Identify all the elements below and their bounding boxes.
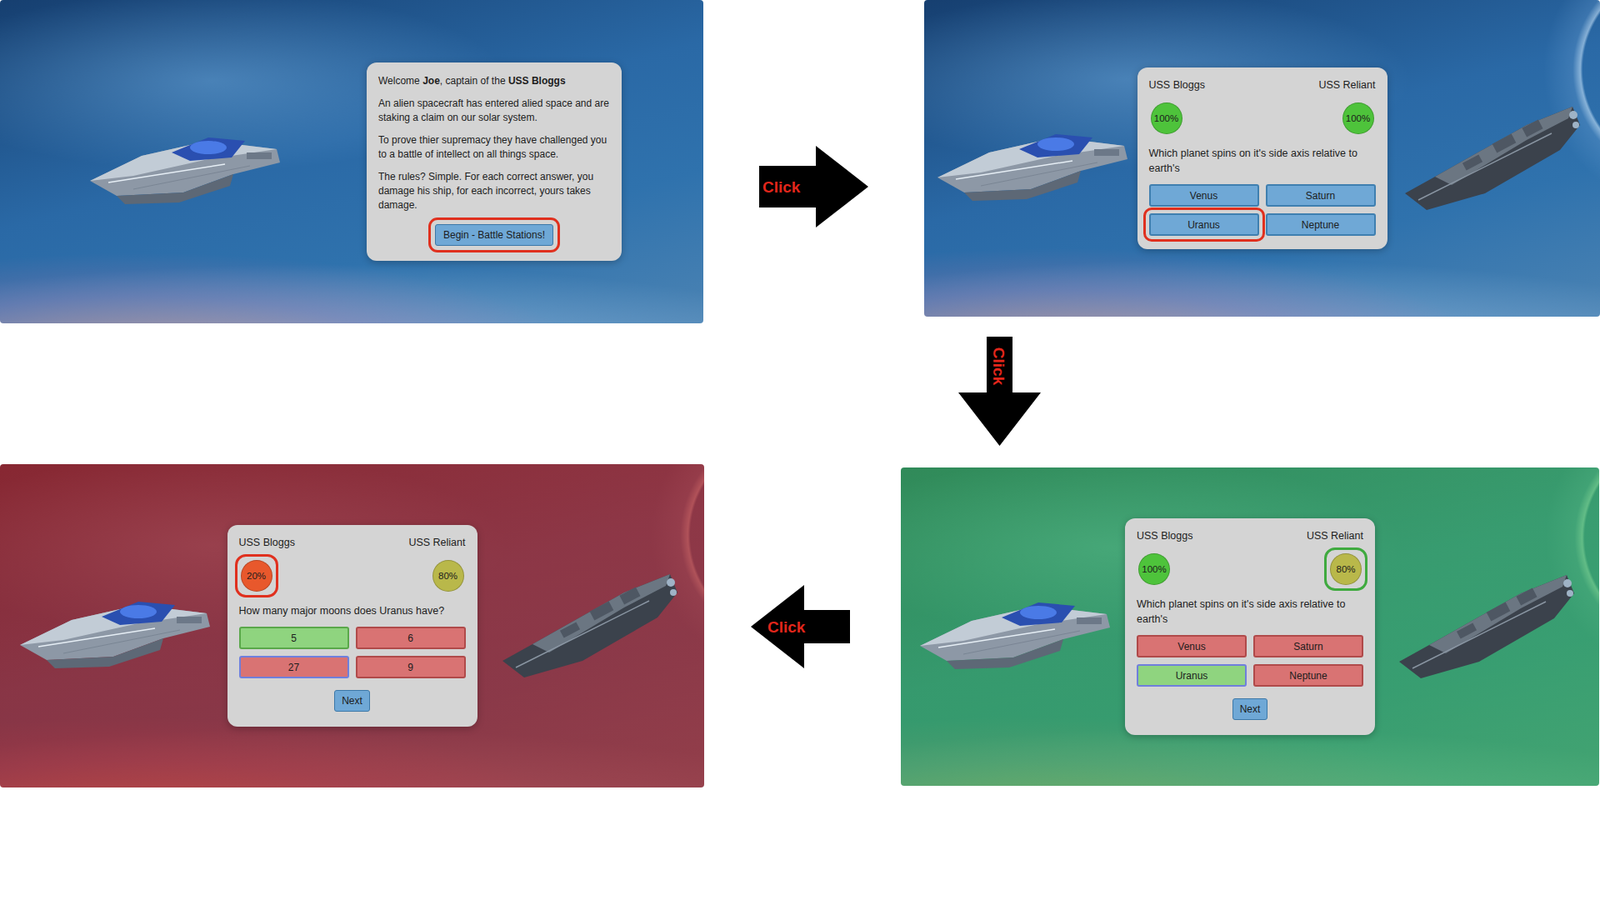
next-button[interactable]: Next bbox=[334, 690, 370, 712]
greeting: Welcome Joe, captain of the USS Bloggs bbox=[378, 74, 610, 89]
question-text: How many major moons does Uranus have? bbox=[239, 603, 466, 619]
health-frame: 100% bbox=[1342, 102, 1375, 135]
player-ship-icon bbox=[83, 115, 284, 208]
question-text: Which planet spins on it's side axis rel… bbox=[1149, 145, 1376, 176]
health-frame: 20% bbox=[240, 560, 273, 592]
health-indicator: 80% bbox=[1330, 553, 1362, 585]
question-text: Which planet spins on it's side axis rel… bbox=[1136, 596, 1364, 627]
answer-button[interactable]: 9 bbox=[355, 655, 466, 679]
ship-name: USS Bloggs bbox=[1136, 530, 1193, 542]
intro-paragraph: The rules? Simple. For each correct answ… bbox=[378, 170, 610, 213]
answer-button[interactable]: Saturn bbox=[1265, 184, 1376, 207]
answer-button[interactable]: Uranus bbox=[1149, 213, 1260, 236]
intro-paragraph: An alien spacecraft has entered alied sp… bbox=[378, 96, 610, 125]
arrow-label: Click bbox=[767, 619, 805, 635]
ship-names: USS Bloggs USS Reliant bbox=[1149, 79, 1376, 91]
begin-button[interactable]: Begin - Battle Stations! bbox=[435, 224, 554, 246]
answer-button[interactable]: 27 bbox=[239, 655, 350, 679]
flow-arrow: Click bbox=[958, 336, 1041, 446]
question-card: USS Bloggs USS Reliant 100% 100% Which plane… bbox=[1137, 67, 1388, 250]
intro-screen: Welcome Joe, captain of the USS Bloggs An… bbox=[0, 0, 704, 324]
question-screen: USS Bloggs USS Reliant 100% 80% Which planet… bbox=[900, 467, 1600, 786]
health-indicator: 100% bbox=[1138, 553, 1170, 585]
health-indicator: 100% bbox=[1150, 102, 1183, 135]
next-button[interactable]: Next bbox=[1232, 698, 1269, 720]
greeting-bold: Joe bbox=[422, 75, 440, 87]
question-screen: USS Bloggs USS Reliant 100% 100% Which plane… bbox=[924, 0, 1600, 317]
answer-button[interactable]: 6 bbox=[355, 626, 466, 650]
arrow-label: Click bbox=[762, 179, 800, 195]
ship-names: USS Bloggs USS Reliant bbox=[1136, 530, 1364, 542]
question-card: USS Bloggs USS Reliant 100% 80% Which planet… bbox=[1125, 518, 1375, 735]
answer-grid: Venus Saturn Uranus Neptune bbox=[1136, 635, 1364, 687]
health-frame: 100% bbox=[1150, 102, 1183, 135]
health-row: 100% 80% bbox=[1136, 550, 1364, 589]
button-row: Begin - Battle Stations! bbox=[378, 220, 610, 248]
greeting-text: Welcome bbox=[378, 75, 423, 87]
question-card: USS Bloggs USS Reliant 20% 80% How many majo… bbox=[227, 525, 478, 727]
answer-button[interactable]: Venus bbox=[1149, 184, 1260, 207]
intro-paragraph: To prove thier supremacy they have chall… bbox=[378, 133, 610, 162]
answer-button[interactable]: Venus bbox=[1136, 635, 1247, 658]
health-indicator: 100% bbox=[1342, 102, 1375, 135]
enemy-ship-slot bbox=[1375, 568, 1600, 685]
intro-card: Welcome Joe, captain of the USS Bloggs An… bbox=[366, 62, 622, 261]
ship-name: USS Reliant bbox=[1318, 79, 1375, 91]
next-row: Next bbox=[1136, 695, 1364, 722]
health-row: 20% 80% bbox=[239, 556, 466, 595]
greeting-text: , captain of the bbox=[440, 75, 509, 87]
enemy-ship-slot bbox=[477, 567, 705, 685]
health-indicator: 20% bbox=[240, 560, 273, 592]
health-frame: 100% bbox=[1138, 553, 1170, 585]
greeting-bold: USS Bloggs bbox=[508, 75, 566, 87]
health-frame: 80% bbox=[432, 560, 465, 592]
enemy-ship-icon bbox=[499, 567, 683, 685]
answer-grid: 56279 bbox=[239, 626, 466, 679]
answer-button[interactable]: Neptune bbox=[1265, 213, 1376, 236]
question-screen: USS Bloggs USS Reliant 20% 80% How many majo… bbox=[0, 464, 705, 788]
player-ship-slot bbox=[0, 115, 367, 208]
flow-arrow: Click bbox=[759, 145, 869, 228]
health-indicator: 80% bbox=[432, 560, 465, 592]
player-ship-icon bbox=[13, 580, 214, 672]
player-ship-icon bbox=[913, 580, 1114, 673]
health-frame: 80% bbox=[1330, 553, 1362, 585]
answer-button[interactable]: 5 bbox=[239, 626, 350, 650]
flow-arrow: Click bbox=[750, 585, 850, 669]
player-ship-slot bbox=[0, 580, 228, 672]
enemy-ship-icon bbox=[1395, 568, 1580, 685]
ship-names: USS Bloggs USS Reliant bbox=[239, 536, 466, 549]
storyboard: Welcome Joe, captain of the USS Bloggs An… bbox=[0, 0, 1600, 900]
player-ship-slot bbox=[900, 580, 1125, 673]
answer-button[interactable]: Uranus bbox=[1136, 664, 1247, 687]
arrow-label: Click bbox=[990, 347, 1007, 385]
player-ship-slot bbox=[924, 112, 1138, 205]
ship-name: USS Bloggs bbox=[1149, 79, 1205, 91]
ship-name: USS Bloggs bbox=[239, 536, 295, 549]
health-row: 100% 100% bbox=[1149, 99, 1376, 138]
answer-grid: VenusSaturnUranusNeptune bbox=[1149, 184, 1376, 236]
answer-button[interactable]: Neptune bbox=[1253, 664, 1364, 687]
answer-button[interactable]: Saturn bbox=[1253, 635, 1364, 658]
ship-name: USS Reliant bbox=[1306, 530, 1364, 542]
enemy-ship-icon bbox=[1401, 100, 1585, 217]
ship-name: USS Reliant bbox=[408, 536, 465, 549]
enemy-ship-slot bbox=[1387, 100, 1600, 217]
player-ship-icon bbox=[930, 112, 1131, 205]
next-row: Next bbox=[239, 686, 466, 714]
